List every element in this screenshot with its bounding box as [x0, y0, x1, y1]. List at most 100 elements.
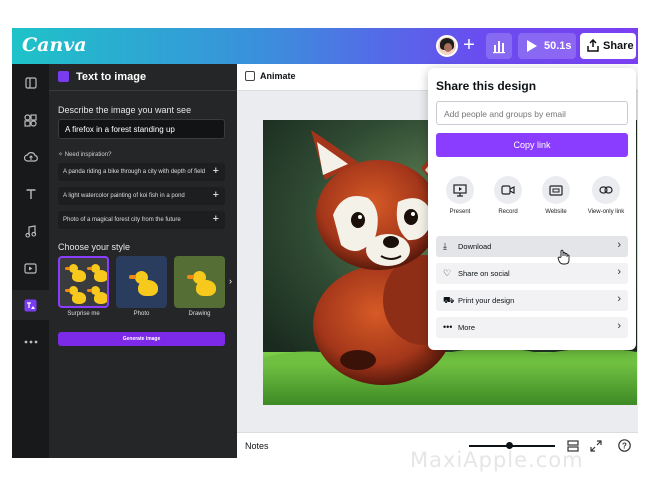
- inspiration-text: Need inspiration?: [64, 152, 112, 158]
- share-button[interactable]: Share: [580, 33, 636, 59]
- text-to-image-panel: Text to image Describe the image you wan…: [49, 64, 237, 458]
- animate-button[interactable]: Animate: [260, 71, 296, 81]
- shapes-icon: [24, 113, 37, 127]
- share-design-popup: Share this design Add people and groups …: [428, 68, 636, 350]
- text-to-image-icon: [24, 299, 37, 311]
- rail-uploads[interactable]: [12, 142, 49, 172]
- rail-elements[interactable]: [12, 105, 49, 135]
- row-label: More: [458, 323, 476, 332]
- hand-cursor-icon: [557, 249, 571, 270]
- rail-videos[interactable]: [12, 253, 49, 283]
- row-share-social[interactable]: ♡ Share on social ›: [436, 263, 628, 284]
- side-rail: [12, 64, 49, 458]
- canva-logo[interactable]: Canva: [22, 34, 87, 56]
- app-window: Canva + 50.1s Share Text to image Descri…: [12, 28, 638, 458]
- share-label: Share: [603, 40, 634, 52]
- option-present[interactable]: Present: [437, 176, 483, 215]
- add-collaborator-button[interactable]: +: [459, 35, 479, 56]
- row-more[interactable]: ••• More ›: [436, 317, 628, 338]
- rail-more[interactable]: [12, 327, 49, 357]
- video-icon: [24, 262, 37, 274]
- plus-icon: +: [212, 213, 219, 225]
- option-website[interactable]: Website: [533, 176, 579, 215]
- inspiration-label: ✧ Need inspiration?: [58, 151, 111, 158]
- bar-chart-icon: [493, 41, 505, 54]
- chevron-right-icon: ›: [617, 239, 621, 251]
- describe-input[interactable]: A firefox in a forest standing up: [58, 119, 225, 139]
- link-icon: [592, 176, 620, 204]
- watermark-text: MaxiApple.com: [410, 448, 584, 472]
- fullscreen-icon[interactable]: [590, 440, 602, 452]
- suggestion-item[interactable]: A light watercolor painting of koi fish …: [58, 187, 225, 205]
- panel-header: Text to image: [49, 64, 237, 91]
- more-dots-icon: [24, 340, 37, 344]
- duck-image: [187, 271, 216, 296]
- svg-text:?: ?: [622, 441, 627, 450]
- generate-image-button[interactable]: Generate image: [58, 332, 225, 346]
- option-label: Website: [545, 209, 567, 215]
- timer-label: 50.1s: [544, 40, 572, 52]
- style-photo[interactable]: [116, 256, 167, 308]
- top-bar: Canva + 50.1s Share: [12, 28, 638, 64]
- style-surprise-me[interactable]: [58, 256, 109, 308]
- share-popup-title: Share this design: [436, 79, 537, 93]
- row-label: Download: [458, 242, 492, 251]
- sparkle-icon: ✧: [58, 152, 65, 158]
- rail-text-to-image[interactable]: [12, 290, 49, 320]
- suggestion-text: Photo of a magical forest city from the …: [63, 217, 181, 223]
- heart-icon: ♡: [443, 268, 452, 278]
- row-print-design[interactable]: ⛟ Print your design ›: [436, 290, 628, 311]
- option-label: Record: [498, 209, 518, 215]
- zoom-slider[interactable]: [469, 442, 555, 449]
- duck-image: [87, 264, 107, 282]
- describe-label: Describe the image you want see: [58, 105, 192, 115]
- style-label-photo: Photo: [133, 311, 150, 317]
- style-label-drawing: Drawing: [188, 311, 211, 317]
- suggestion-item[interactable]: A panda riding a bike through a city wit…: [58, 163, 225, 181]
- row-label: Share on social: [458, 269, 510, 278]
- suggestion-text: A light watercolor painting of koi fish …: [63, 193, 185, 199]
- duck-image: [65, 286, 86, 304]
- chevron-right-icon: ›: [617, 266, 621, 278]
- help-icon[interactable]: ?: [618, 439, 631, 452]
- panel-title: Text to image: [76, 71, 147, 83]
- chevron-right-icon[interactable]: ›: [229, 276, 232, 286]
- cloud-upload-icon: [23, 152, 38, 162]
- rail-text[interactable]: [12, 179, 49, 209]
- copy-link-button[interactable]: Copy link: [436, 133, 628, 157]
- option-label: View-only link: [587, 209, 625, 215]
- row-download[interactable]: ⤓ Download ›: [436, 236, 628, 257]
- rail-templates[interactable]: [12, 68, 49, 98]
- duck-image: [87, 286, 107, 304]
- chevron-right-icon: ›: [617, 293, 621, 305]
- play-icon: [527, 40, 537, 52]
- present-play-button[interactable]: 50.1s: [518, 33, 576, 59]
- text-icon: [26, 189, 35, 199]
- plus-icon: +: [212, 189, 219, 201]
- duck-image: [129, 271, 158, 296]
- notes-button[interactable]: Notes: [245, 441, 269, 451]
- duck-image: [65, 264, 86, 282]
- text-to-image-app-icon: [58, 71, 69, 82]
- email-input[interactable]: Add people and groups by email: [436, 101, 628, 125]
- style-label: Choose your style: [58, 242, 131, 252]
- more-dots-icon: •••: [443, 322, 453, 332]
- option-record[interactable]: Record: [485, 176, 531, 215]
- plus-icon: +: [212, 165, 219, 177]
- record-icon: [494, 176, 522, 204]
- row-label: Print your design: [458, 296, 515, 305]
- suggestion-item[interactable]: Photo of a magical forest city from the …: [58, 211, 225, 229]
- music-icon: [24, 224, 36, 238]
- layout-icon: [24, 77, 37, 89]
- insights-button[interactable]: [486, 33, 512, 59]
- rail-audio[interactable]: [12, 216, 49, 246]
- user-avatar[interactable]: [436, 35, 458, 57]
- style-drawing[interactable]: [174, 256, 225, 308]
- download-icon: ⤓: [443, 241, 447, 251]
- style-label-surprise: Surprise me: [67, 311, 100, 317]
- chevron-right-icon: ›: [617, 320, 621, 332]
- present-icon: [446, 176, 474, 204]
- animate-icon: [245, 71, 255, 81]
- option-view-only-link[interactable]: View-only link: [581, 176, 631, 215]
- option-label: Present: [449, 209, 471, 215]
